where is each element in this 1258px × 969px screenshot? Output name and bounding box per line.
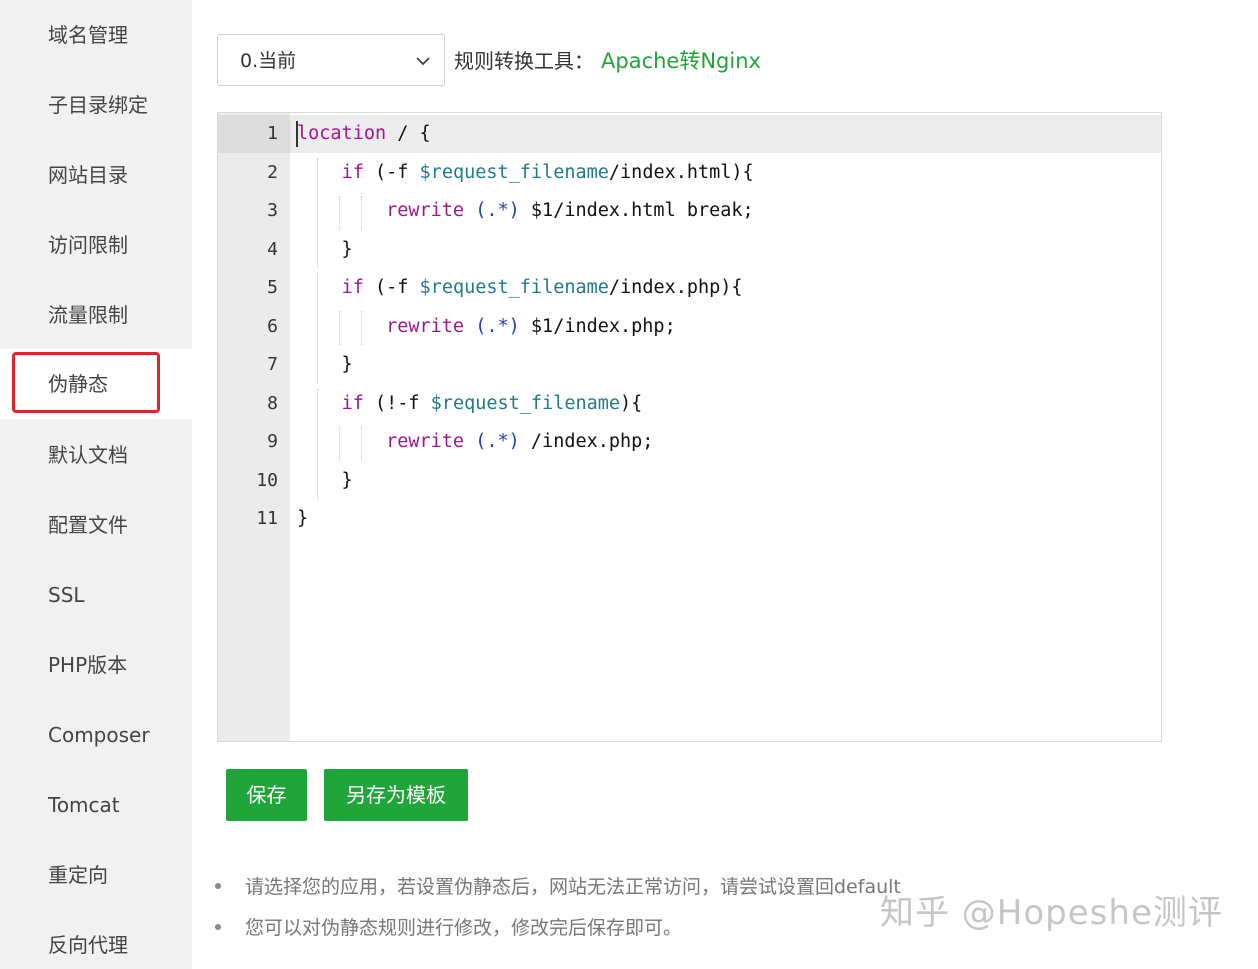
note-item: 您可以对伪静态规则进行修改，修改完后保存即可。 bbox=[215, 911, 682, 945]
sidebar-item-domain-management[interactable]: 域名管理 bbox=[0, 0, 192, 70]
line-number: 2 bbox=[267, 161, 278, 183]
line-number: 5 bbox=[267, 277, 278, 298]
code-token: (-f bbox=[363, 277, 420, 298]
code-token: if bbox=[341, 161, 364, 183]
code-line: rewrite (.*) $1/index.php; bbox=[297, 308, 676, 346]
save-as-template-button[interactable]: 另存为模板 bbox=[324, 769, 468, 821]
code-token: } bbox=[297, 508, 309, 529]
bullet-icon bbox=[215, 882, 221, 889]
code-editor[interactable]: 1 2 3 4 5 6 7 8 9 10 11 location / { if … bbox=[217, 112, 1162, 742]
sidebar-item-subdirectory-binding[interactable]: 子目录绑定 bbox=[0, 70, 192, 140]
line-number: 4 bbox=[267, 238, 278, 260]
rule-template-select[interactable]: 0.当前 bbox=[217, 34, 445, 86]
line-number: 3 bbox=[267, 200, 278, 221]
save-button[interactable]: 保存 bbox=[226, 769, 307, 821]
code-token: } bbox=[297, 238, 353, 260]
sidebar-item-default-document[interactable]: 默认文档 bbox=[0, 420, 192, 490]
code-line: } bbox=[297, 500, 308, 538]
line-number: 1 bbox=[267, 123, 278, 144]
select-value: 0.当前 bbox=[240, 50, 297, 72]
sidebar-item-ssl[interactable]: SSL bbox=[0, 560, 192, 630]
code-line: if (-f $request_filename/index.php){ bbox=[297, 269, 743, 307]
sidebar-item-reverse-proxy[interactable]: 反向代理 bbox=[0, 910, 192, 969]
code-token: (.*) bbox=[475, 200, 520, 221]
code-line: rewrite (.*) $1/index.html break; bbox=[297, 192, 754, 230]
text-cursor bbox=[296, 121, 298, 147]
code-token: / { bbox=[386, 123, 431, 144]
note-text: 您可以对伪静态规则进行修改，修改完后保存即可。 bbox=[245, 917, 683, 939]
code-token: /index.php){ bbox=[608, 277, 743, 298]
apache-to-nginx-link[interactable]: Apache转Nginx bbox=[601, 44, 761, 78]
code-line: if (-f $request_filename/index.html){ bbox=[297, 154, 754, 192]
code-line: if (!-f $request_filename){ bbox=[297, 385, 643, 423]
sidebar-item-composer[interactable]: Composer bbox=[0, 700, 192, 770]
code-token: rewrite bbox=[386, 431, 465, 452]
line-number: 9 bbox=[267, 431, 278, 452]
sidebar-item-php-version[interactable]: PHP版本 bbox=[0, 630, 192, 700]
chevron-down-icon bbox=[416, 57, 430, 66]
code-token: $request_filename bbox=[430, 392, 621, 414]
line-number: 11 bbox=[256, 508, 278, 529]
line-number: 6 bbox=[267, 315, 278, 337]
code-token: ){ bbox=[620, 392, 643, 414]
code-token: if bbox=[341, 277, 364, 298]
code-line: location / { bbox=[297, 115, 431, 153]
sidebar-item-traffic-limit[interactable]: 流量限制 bbox=[0, 280, 192, 350]
code-token: rewrite bbox=[386, 200, 465, 221]
code-token: } bbox=[297, 469, 353, 491]
code-token: /index.html){ bbox=[608, 161, 754, 183]
sidebar-item-config-file[interactable]: 配置文件 bbox=[0, 490, 192, 560]
sidebar: 域名管理 子目录绑定 网站目录 访问限制 流量限制 伪静态 默认文档 配置文件 … bbox=[0, 0, 192, 969]
code-token: (!-f bbox=[363, 392, 431, 414]
line-number: 8 bbox=[267, 392, 278, 414]
active-item-highlight-box bbox=[12, 352, 160, 413]
code-token: /index.php; bbox=[519, 431, 654, 452]
line-number: 10 bbox=[256, 469, 278, 491]
line-number: 7 bbox=[267, 354, 278, 375]
code-line: } bbox=[297, 462, 353, 500]
code-token: $request_filename bbox=[419, 161, 609, 183]
sidebar-item-site-directory[interactable]: 网站目录 bbox=[0, 140, 192, 210]
sidebar-item-tomcat[interactable]: Tomcat bbox=[0, 770, 192, 840]
code-line: } bbox=[297, 346, 353, 384]
code-token: if bbox=[341, 392, 364, 414]
code-token: $1/index.php; bbox=[519, 315, 676, 337]
code-token: $1/index.html break; bbox=[519, 200, 754, 221]
code-token: $request_filename bbox=[419, 277, 609, 298]
watermark: 知乎 @Hopeshe测评 bbox=[880, 893, 1223, 933]
bullet-icon bbox=[215, 923, 221, 930]
sidebar-item-access-restriction[interactable]: 访问限制 bbox=[0, 210, 192, 280]
code-token: } bbox=[297, 354, 353, 375]
code-token: (.*) bbox=[475, 315, 520, 337]
code-token: rewrite bbox=[386, 315, 465, 337]
code-token: (-f bbox=[363, 161, 420, 183]
code-token: location bbox=[297, 123, 387, 144]
note-item: 请选择您的应用，若设置伪静态后，网站无法正常访问，请尝试设置回default bbox=[215, 870, 901, 904]
sidebar-item-redirect[interactable]: 重定向 bbox=[0, 840, 192, 910]
code-token: (.*) bbox=[475, 431, 520, 452]
note-text: 请选择您的应用，若设置伪静态后，网站无法正常访问，请尝试设置回default bbox=[245, 876, 901, 898]
rule-convert-label: 规则转换工具： bbox=[454, 49, 594, 73]
code-line: rewrite (.*) /index.php; bbox=[297, 423, 653, 461]
code-line: } bbox=[297, 231, 353, 269]
